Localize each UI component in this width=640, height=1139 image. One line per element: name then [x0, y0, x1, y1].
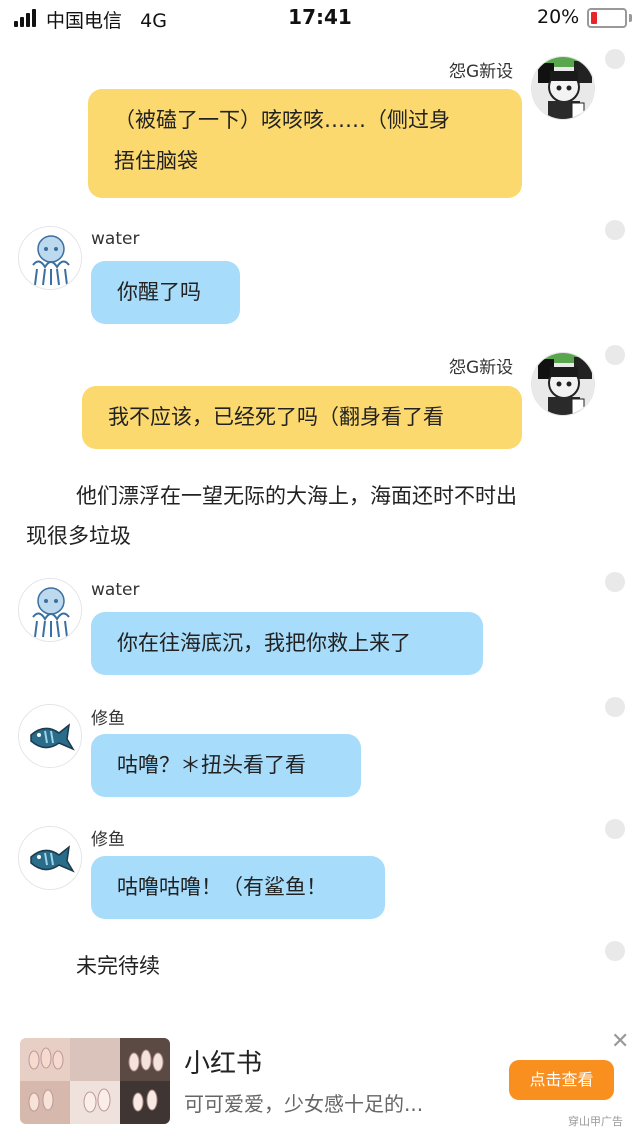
battery-tip	[629, 14, 632, 22]
battery-icon	[587, 8, 627, 28]
message-bubble[interactable]: 咕噜？＊扭头看了看	[91, 734, 361, 797]
message-text-line: 咕噜咕噜！（有鲨鱼！	[117, 875, 327, 899]
sender-name: 修鱼	[91, 709, 125, 729]
ad-view-button[interactable]: 点击查看	[509, 1060, 614, 1100]
narration-line: 未完待续	[76, 954, 160, 978]
sender-name: water	[91, 580, 140, 600]
avatar-xiuyu[interactable]	[18, 826, 82, 890]
narration-text: 未完待续	[76, 946, 160, 986]
ad-title[interactable]: 小红书	[184, 1043, 262, 1080]
message-bubble[interactable]: （被磕了一下）咳咳咳……（侧过身 捂住脑袋	[88, 89, 522, 198]
status-bar: 中国电信 4G 17:41 20%	[0, 0, 640, 36]
battery-level	[591, 12, 597, 24]
message-select-dot[interactable]	[605, 345, 625, 365]
message-select-dot[interactable]	[605, 941, 625, 961]
avatar-yuan-g[interactable]	[531, 56, 595, 120]
message-text-line: 你醒了吗	[117, 280, 201, 304]
message-bubble[interactable]: 你在往海底沉，我把你救上来了	[91, 612, 483, 675]
message-bubble[interactable]: 你醒了吗	[91, 261, 240, 324]
message-bubble[interactable]: 我不应该，已经死了吗（翻身看了看	[82, 386, 522, 449]
message-bubble[interactable]: 咕噜咕噜！（有鲨鱼！	[91, 856, 385, 919]
narration-line: 现很多垃圾	[26, 524, 131, 548]
ad-thumbnail-image[interactable]	[20, 1038, 170, 1124]
message-select-dot[interactable]	[605, 572, 625, 592]
message-text-line: （被磕了一下）咳咳咳……（侧过身	[114, 108, 450, 132]
narration-line: 他们漂浮在一望无际的大海上，海面还时不时出	[76, 484, 517, 508]
message-text-line: 捂住脑袋	[114, 149, 198, 173]
message-text-line: 你在往海底沉，我把你救上来了	[117, 631, 411, 655]
message-select-dot[interactable]	[605, 220, 625, 240]
avatar-water[interactable]	[18, 578, 82, 642]
sender-name: 怨G新设	[449, 62, 514, 82]
avatar-yuan-g[interactable]	[531, 352, 595, 416]
battery-percent: 20%	[537, 6, 580, 28]
avatar-xiuyu[interactable]	[18, 704, 82, 768]
ad-banner[interactable]: 小红书 可可爱爱，少女感十足的... 点击查看 ✕ 穿山甲广告	[0, 1025, 640, 1139]
sender-name: 怨G新设	[449, 358, 514, 378]
close-icon[interactable]: ✕	[611, 1029, 629, 1054]
sender-name: 修鱼	[91, 830, 125, 850]
message-select-dot[interactable]	[605, 697, 625, 717]
message-text-line: 咕噜？＊扭头看了看	[117, 753, 306, 777]
narration-text: 他们漂浮在一望无际的大海上，海面还时不时出 现很多垃圾	[26, 476, 596, 556]
avatar-water[interactable]	[18, 226, 82, 290]
sender-name: water	[91, 229, 140, 249]
message-select-dot[interactable]	[605, 49, 625, 69]
ad-source-label: 穿山甲广告	[568, 1115, 623, 1128]
message-text-line: 我不应该，已经死了吗（翻身看了看	[108, 405, 444, 429]
ad-description[interactable]: 可可爱爱，少女感十足的...	[184, 1088, 423, 1117]
message-select-dot[interactable]	[605, 819, 625, 839]
